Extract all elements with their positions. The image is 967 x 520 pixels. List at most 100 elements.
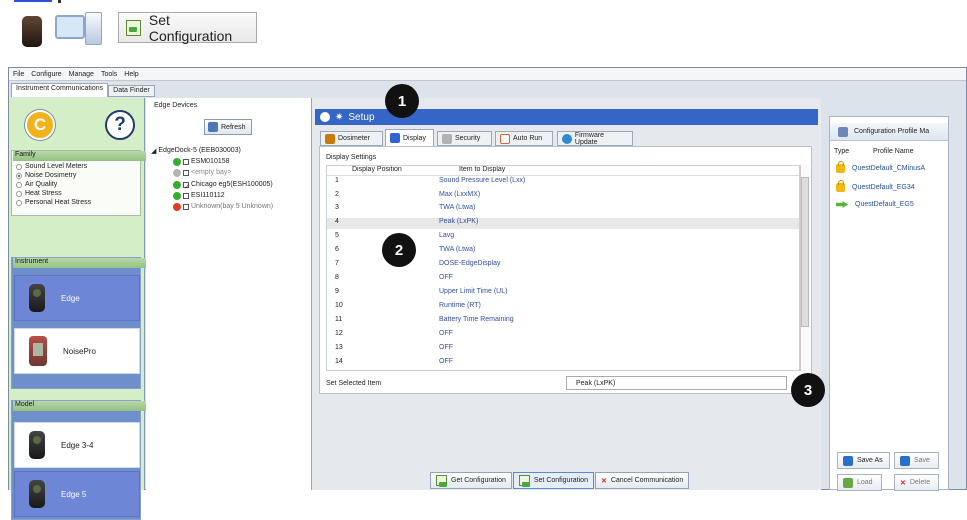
selected-item-select[interactable]: Peak (LxPK) bbox=[566, 376, 787, 390]
profile-row[interactable]: QuestDefault_EG5 bbox=[836, 198, 914, 211]
row-item: TWA (Ltwa) bbox=[439, 204, 476, 211]
table-row[interactable]: 12 OFF bbox=[327, 330, 799, 341]
instrument-label: NoisePro bbox=[63, 346, 96, 356]
menu-help[interactable]: Help bbox=[124, 71, 138, 78]
edge-devices-panel: Edge Devices Refresh ◢ EdgeDock-5 (EEB030… bbox=[146, 98, 312, 490]
refresh-button[interactable]: Refresh bbox=[204, 119, 252, 135]
family-selector: Family Sound Level Meters Noise Dosimetr… bbox=[11, 150, 147, 216]
instrument-edge[interactable]: Edge bbox=[14, 275, 140, 321]
cancel-icon: ✕ bbox=[600, 477, 607, 485]
checkbox[interactable] bbox=[183, 169, 189, 176]
model-edge-3-4[interactable]: Edge 3-4 bbox=[14, 422, 140, 468]
top-punctuation-fragment bbox=[58, 0, 61, 3]
profile-row[interactable]: QuestDefault_CMinusA bbox=[836, 161, 925, 175]
checkbox[interactable] bbox=[183, 192, 189, 199]
lock-icon bbox=[836, 161, 845, 173]
model-list: Model Edge 3-4 Edge 5 bbox=[11, 400, 147, 520]
table-row[interactable]: 10 Runtime (RT) bbox=[327, 302, 799, 313]
noisepro-device-icon bbox=[29, 336, 47, 366]
save-button[interactable]: Save bbox=[894, 452, 939, 469]
table-row[interactable]: 3 TWA (Ltwa) bbox=[327, 204, 799, 215]
top-set-configuration-button[interactable]: Set Configuration bbox=[118, 12, 257, 44]
save-as-button[interactable]: Save As bbox=[837, 452, 890, 469]
status-empty-icon bbox=[173, 168, 181, 177]
profile-row[interactable]: QuestDefault_EG34 bbox=[836, 180, 915, 194]
family-option-sound-level-meters[interactable]: Sound Level Meters bbox=[12, 162, 140, 171]
set-configuration-icon bbox=[126, 19, 141, 36]
column-item-to-display: Item to Display bbox=[459, 166, 506, 173]
table-row[interactable]: 2 Max (LxxMX) bbox=[327, 191, 799, 202]
display-icon bbox=[390, 133, 400, 143]
instrument-selection-panel: C ? Family Sound Level Meters Noise Dosi… bbox=[9, 98, 147, 520]
checked-checkbox[interactable]: ✓ bbox=[183, 181, 190, 191]
checkbox[interactable] bbox=[183, 203, 189, 210]
load-button[interactable]: Load bbox=[837, 474, 882, 491]
family-option-heat-stress[interactable]: Heat Stress bbox=[12, 189, 140, 198]
row-item: Battery Time Remaining bbox=[439, 316, 514, 323]
menu-tools[interactable]: Tools bbox=[101, 71, 117, 78]
set-configuration-icon bbox=[518, 475, 530, 487]
family-option-personal-heat-stress[interactable]: Personal Heat Stress bbox=[12, 198, 140, 207]
settings-icon: ✷ bbox=[335, 111, 344, 123]
load-icon bbox=[843, 477, 853, 488]
collapse-icon[interactable] bbox=[320, 112, 330, 122]
row-item: Sound Pressure Level (Lxx) bbox=[439, 177, 526, 184]
expand-icon: ◢ bbox=[151, 147, 157, 155]
button-label: Save bbox=[914, 457, 930, 464]
tab-security[interactable]: Security bbox=[437, 131, 492, 146]
family-option-air-quality[interactable]: Air Quality bbox=[12, 180, 140, 189]
instrument-noisepro[interactable]: NoisePro bbox=[14, 328, 140, 374]
delete-button[interactable]: ✕ Delete bbox=[894, 474, 939, 491]
instrument-label: Edge bbox=[61, 293, 80, 303]
table-row[interactable]: 9 Upper Limit Time (UL) bbox=[327, 288, 799, 299]
family-option-noise-dosimetry[interactable]: Noise Dosimetry bbox=[12, 171, 140, 180]
profile-title-label: Configuration Profile Ma bbox=[854, 128, 930, 135]
status-error-icon bbox=[173, 202, 181, 211]
help-icon[interactable]: ? bbox=[105, 110, 135, 140]
button-label: Save As bbox=[857, 457, 883, 464]
tab-dosimeter[interactable]: Dosimeter bbox=[320, 131, 383, 146]
device-tree-item[interactable]: ESI110112 bbox=[173, 191, 225, 200]
device-tree-item[interactable]: ESM010158 bbox=[173, 157, 230, 166]
profile-name: QuestDefault_EG34 bbox=[852, 184, 915, 191]
row-position: 2 bbox=[335, 191, 339, 198]
checkbox[interactable] bbox=[183, 158, 189, 165]
device-tree-item[interactable]: <empty bay> bbox=[173, 168, 231, 177]
model-label: Edge 5 bbox=[61, 489, 87, 499]
get-configuration-button[interactable]: Get Configuration bbox=[430, 472, 512, 489]
row-item: OFF bbox=[439, 358, 453, 365]
table-row[interactable]: 11 Battery Time Remaining bbox=[327, 316, 799, 327]
refresh-device-icon[interactable]: C bbox=[25, 110, 55, 140]
row-position: 12 bbox=[335, 330, 343, 337]
tab-auto-run[interactable]: Auto Run bbox=[495, 131, 553, 146]
tab-display[interactable]: Display bbox=[385, 129, 434, 146]
device-tree-item[interactable]: ✓ Chicago eg5(ESH100005) bbox=[173, 180, 273, 191]
row-position: 10 bbox=[335, 302, 343, 309]
top-link-fragment[interactable] bbox=[14, 0, 52, 2]
table-row[interactable]: 8 OFF bbox=[327, 274, 799, 285]
device-label: ESI110112 bbox=[191, 192, 225, 199]
tab-data-finder[interactable]: Data Finder bbox=[108, 85, 155, 97]
tab-instrument-communications[interactable]: Instrument Communications bbox=[11, 83, 109, 97]
profile-panel-title: Configuration Profile Ma bbox=[830, 123, 948, 141]
selected-table-row[interactable]: 4 Peak (LxPK) bbox=[327, 218, 799, 229]
table-scrollbar-thumb[interactable] bbox=[801, 177, 809, 327]
dosimeter-icon bbox=[325, 133, 335, 144]
menu-file[interactable]: File bbox=[13, 71, 24, 78]
tab-firmware-update[interactable]: Firmware Update bbox=[557, 131, 633, 146]
model-edge-5[interactable]: Edge 5 bbox=[14, 471, 140, 517]
table-row[interactable]: 14 OFF bbox=[327, 358, 799, 369]
set-configuration-button[interactable]: Set Configuration bbox=[512, 472, 594, 489]
cancel-communication-button[interactable]: ✕ Cancel Communication bbox=[594, 472, 690, 489]
table-row[interactable]: 1 Sound Pressure Level (Lxx) bbox=[327, 177, 799, 188]
get-configuration-icon bbox=[436, 475, 447, 487]
menu-manage[interactable]: Manage bbox=[69, 71, 94, 78]
table-row[interactable]: 13 OFF bbox=[327, 344, 799, 355]
set-selected-item-label: Set Selected Item bbox=[326, 380, 382, 387]
save-as-icon bbox=[843, 455, 853, 466]
device-tree-item[interactable]: Unknown(bay 5 Unknown) bbox=[173, 202, 273, 211]
device-label: Unknown(bay 5 Unknown) bbox=[191, 203, 274, 210]
dock-tree-item[interactable]: ◢ EdgeDock-5 (EEB030003) bbox=[151, 146, 241, 155]
instrument-title: Instrument bbox=[13, 258, 147, 268]
menu-configure[interactable]: Configure bbox=[31, 71, 61, 78]
